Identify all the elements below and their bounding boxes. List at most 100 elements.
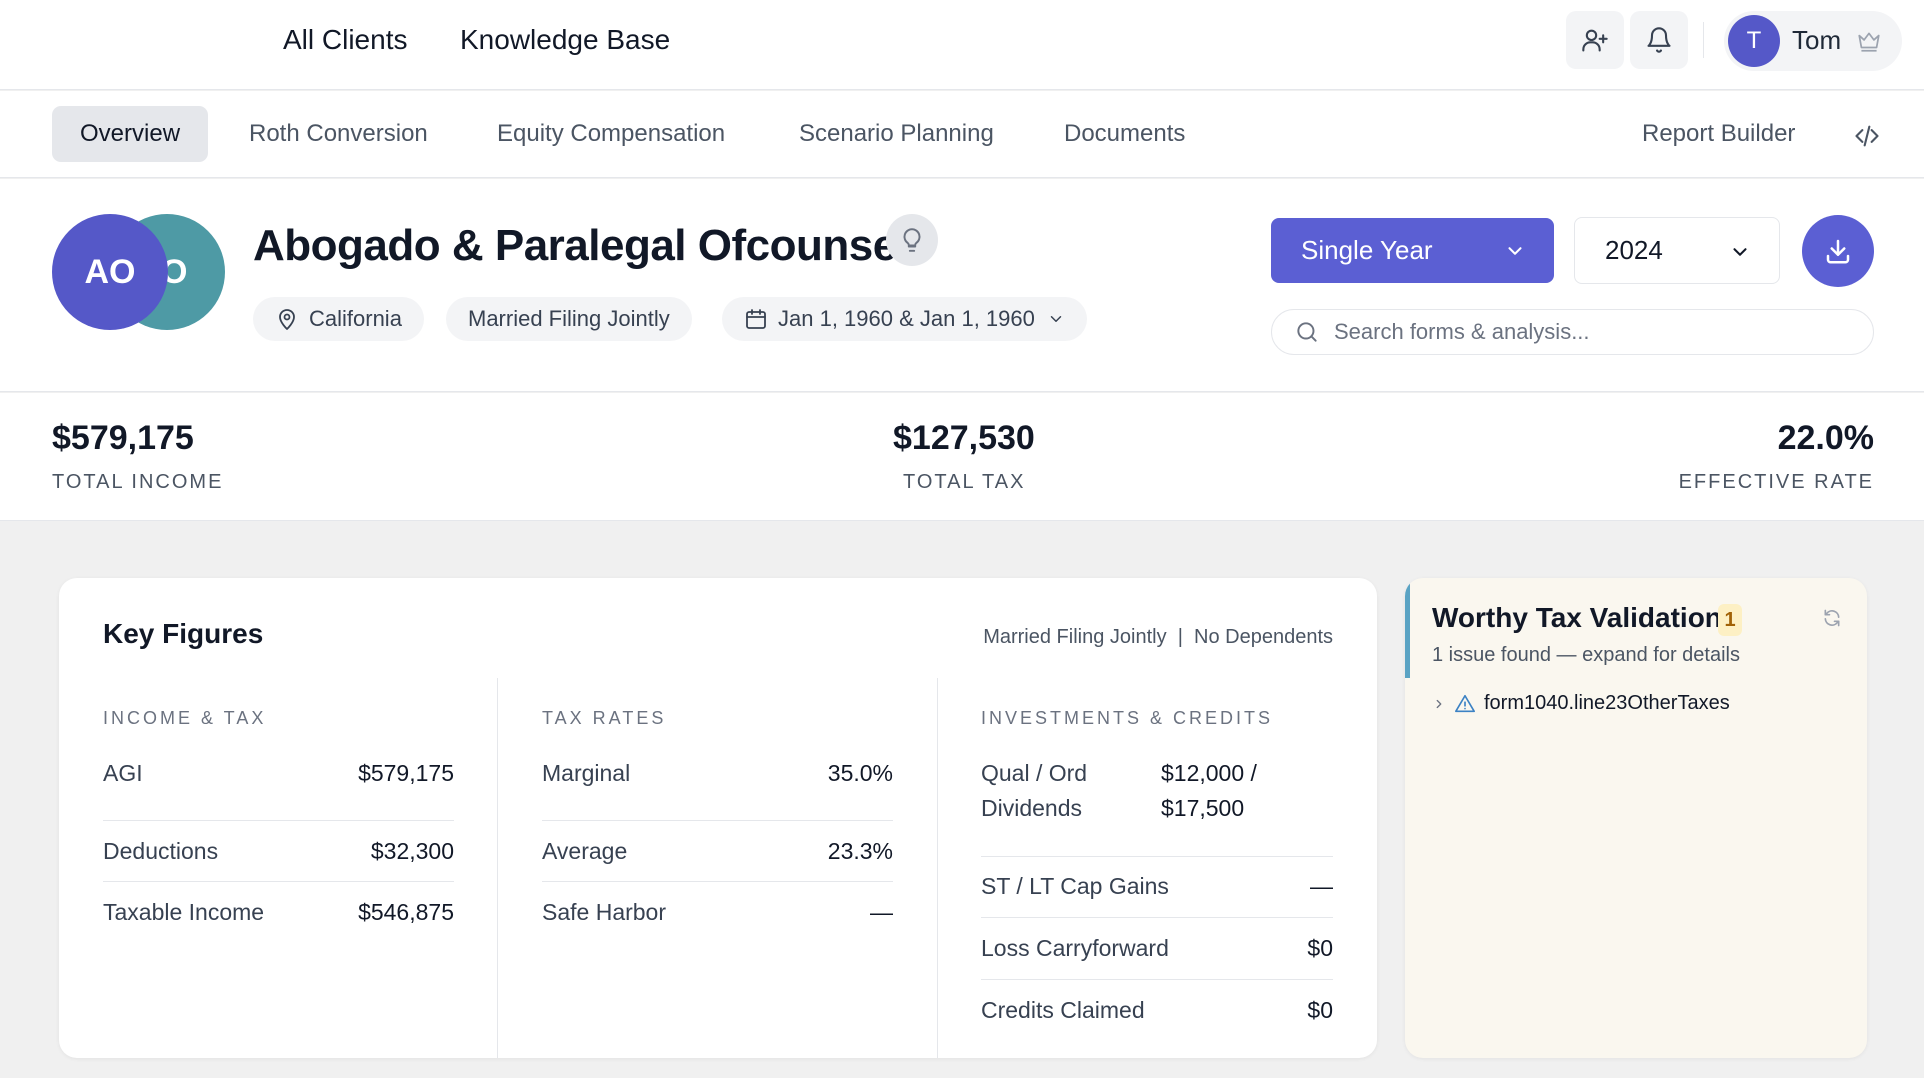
figure-value: $546,875 [358, 899, 454, 925]
figure-label: Dividends [981, 795, 1082, 821]
dates-label: Jan 1, 1960 & Jan 1, 1960 [778, 306, 1035, 331]
search-input[interactable] [1332, 318, 1852, 346]
total-tax-value: $127,530 [893, 419, 1035, 457]
client-name: Abogado & Paralegal Ofcounsel [253, 221, 909, 270]
key-figures-card: Key Figures Married Filing Jointly | No … [59, 578, 1377, 1058]
filing-status-label: Married Filing Jointly [468, 306, 670, 331]
validation-accent-bar [1405, 578, 1410, 678]
report-builder-button[interactable]: Report Builder [1642, 106, 1795, 162]
income-tax-heading: INCOME & TAX [103, 708, 267, 728]
top-navigation-bar: All Clients Knowledge Base T Tom [0, 0, 1924, 90]
figure-row: Deductions $32,300 [103, 821, 454, 882]
code-icon[interactable] [1852, 122, 1882, 150]
total-tax-label: TOTAL TAX [903, 471, 1026, 493]
income-tax-column: INCOME & TAX AGI $579,175 Deductions $32… [103, 678, 454, 1058]
summary-strip: $579,175 TOTAL INCOME $127,530 TOTAL TAX… [0, 393, 1924, 521]
map-pin-icon [279, 309, 295, 330]
key-figures-title: Key Figures [103, 618, 264, 649]
figure-label: Safe Harbor [542, 899, 667, 925]
figure-row: Loss Carryforward $0 [981, 918, 1333, 980]
figure-value: — [1310, 873, 1333, 899]
chevron-down-icon [1508, 247, 1522, 255]
figure-value: 23.3% [827, 838, 893, 864]
download-button[interactable] [1802, 215, 1874, 287]
validation-issue-item[interactable]: form1040.line23OtherTaxes [1432, 692, 1730, 715]
effective-rate-label: EFFECTIVE RATE [1678, 471, 1874, 493]
figure-row: ST / LT Cap Gains — [981, 857, 1333, 918]
key-figures-meta: Married Filing Jointly | No Dependents [983, 626, 1333, 648]
issue-label: form1040.line23OtherTaxes [1484, 692, 1730, 714]
tax-validation-card: Worthy Tax Validation 1 1 issue found — … [1405, 578, 1867, 1058]
effective-rate-value: 22.0% [1777, 419, 1874, 457]
issue-count-badge: 1 [1718, 604, 1742, 636]
crown-icon [1858, 32, 1880, 52]
tab-documents[interactable]: Documents [1064, 106, 1185, 162]
chevron-down-icon [1733, 248, 1747, 256]
user-avatar: T [1728, 15, 1780, 67]
client-avatar: AO [52, 214, 168, 330]
dates-dropdown[interactable]: Jan 1, 1960 & Jan 1, 1960 [722, 297, 1087, 341]
tab-overview[interactable]: Overview [52, 106, 209, 162]
validation-subtitle: 1 issue found — expand for details [1432, 644, 1740, 666]
figure-value: $579,175 [358, 760, 454, 786]
investments-column: INVESTMENTS & CREDITS Qual / Ord Dividen… [981, 678, 1333, 1058]
figure-row: AGI $579,175 [103, 760, 454, 821]
figure-row: Marginal 35.0% [542, 760, 893, 821]
user-menu[interactable]: T Tom [1724, 11, 1902, 71]
figure-label: Taxable Income [103, 899, 265, 925]
column-divider [937, 678, 938, 1058]
state-chip: California [253, 297, 424, 341]
figure-label: AGI [103, 760, 143, 786]
figure-label: Loss Carryforward [981, 935, 1169, 961]
figure-value: — [870, 899, 893, 925]
figure-label: ST / LT Cap Gains [981, 873, 1169, 899]
bell-icon [1647, 27, 1671, 53]
search-icon [1297, 322, 1317, 342]
notifications-button[interactable] [1630, 11, 1688, 69]
figure-label: Deductions [103, 838, 219, 864]
tab-scenario-planning[interactable]: Scenario Planning [799, 106, 994, 162]
tax-rates-column: TAX RATES Marginal 35.0% Average 23.3% S… [542, 678, 893, 1058]
figure-row: Taxable Income $546,875 [103, 882, 454, 943]
calendar-icon [746, 309, 766, 329]
nav-knowledge-base[interactable]: Knowledge Base [460, 24, 670, 56]
figure-row: Safe Harbor — [542, 882, 893, 943]
filing-status-chip: Married Filing Jointly [446, 297, 692, 341]
figure-value: $12,000 / [1161, 760, 1257, 786]
section-tabs: Overview Roth Conversion Equity Compensa… [0, 91, 1924, 178]
column-divider [497, 678, 498, 1058]
figure-label: Marginal [542, 760, 631, 786]
insights-button[interactable] [886, 214, 938, 266]
user-name: Tom [1792, 25, 1842, 55]
figure-value: $17,500 [1161, 795, 1245, 821]
toolbar-divider [1703, 22, 1704, 58]
user-plus-icon [1582, 29, 1608, 52]
figure-row: Average 23.3% [542, 821, 893, 882]
total-income-value: $579,175 [52, 419, 194, 457]
tab-equity-compensation[interactable]: Equity Compensation [497, 106, 725, 162]
mode-label: Single Year [1301, 235, 1433, 265]
tax-rates-heading: TAX RATES [542, 708, 667, 728]
state-label: California [309, 306, 402, 331]
figure-row: Credits Claimed $0 [981, 980, 1333, 1041]
figure-value: 35.0% [827, 760, 893, 786]
investments-heading: INVESTMENTS & CREDITS [981, 708, 1274, 728]
figure-value: $32,300 [370, 838, 454, 864]
chevron-right-icon [1436, 699, 1442, 708]
nav-all-clients[interactable]: All Clients [283, 24, 407, 56]
figure-label: Qual / Ord [981, 760, 1088, 786]
year-label: 2024 [1605, 235, 1663, 265]
warning-icon [1455, 694, 1475, 712]
client-header: O AO Abogado & Paralegal Ofcounsel Calif… [0, 179, 1924, 392]
mode-dropdown[interactable]: Single Year [1271, 218, 1554, 283]
chevron-down-icon [1050, 316, 1062, 322]
refresh-icon[interactable] [1822, 608, 1842, 628]
figure-value: $0 [1307, 935, 1333, 961]
total-income-label: TOTAL INCOME [52, 471, 224, 493]
tab-roth-conversion[interactable]: Roth Conversion [249, 106, 428, 162]
figure-label: Credits Claimed [981, 997, 1145, 1023]
add-user-button[interactable] [1566, 11, 1624, 69]
year-select[interactable]: 2024 [1574, 217, 1780, 284]
search-bar [1271, 309, 1874, 355]
download-icon [1826, 239, 1850, 264]
